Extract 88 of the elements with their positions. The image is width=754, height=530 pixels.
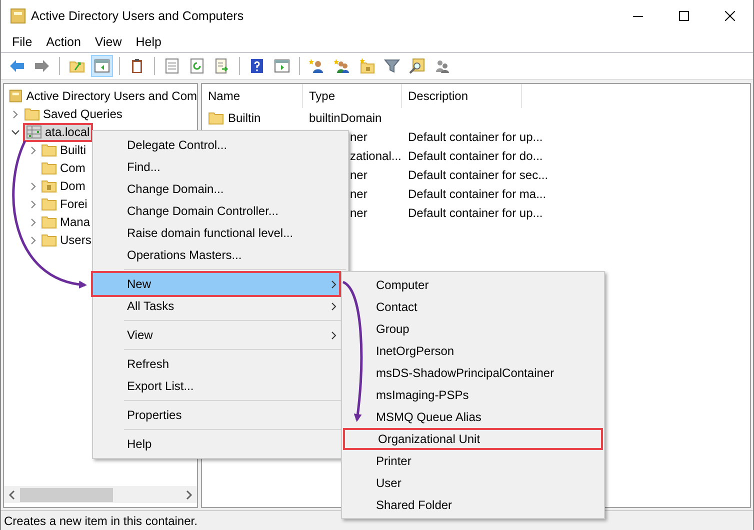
table-cell: Default container for up... [408,206,543,220]
table-cell: zational... [350,148,402,162]
menu-item[interactable]: Change Domain... [93,178,339,200]
table-cell: Default container for do... [408,148,543,162]
chevron-right-icon[interactable] [11,110,20,118]
menu-item[interactable]: Raise domain functional level... [93,222,339,244]
menu-item[interactable]: Export List... [93,375,339,397]
folder-icon [41,161,57,175]
users-icon [434,58,450,74]
back-arrow-icon [9,58,25,74]
menu-item[interactable]: Printer [343,450,603,472]
tree-node[interactable]: Saved Queries [23,104,124,124]
table-cell: ner [350,130,368,144]
folder-icon [41,233,57,247]
horizontal-scrollbar[interactable] [4,486,197,503]
column-header[interactable]: Name [202,84,303,108]
column-header[interactable]: Description [402,84,522,108]
menu-item[interactable]: msImaging-PSPs [343,384,603,406]
tree-node-label[interactable]: Dom [60,177,86,195]
tree-root-label[interactable]: Active Directory Users and Com [26,87,197,105]
folder-icon [41,197,57,211]
menu-bar-item[interactable]: Help [128,32,168,52]
folder-book-icon [41,179,57,193]
folder-icon [41,215,57,229]
table-cell: ner [350,168,368,182]
find-icon [409,58,425,74]
tree-node-label[interactable]: Builti [60,141,86,159]
column-header[interactable]: Type [303,84,402,108]
menu-item[interactable]: User [343,472,603,494]
window-title: Active Directory Users and Computers [31,8,244,25]
clipboard-icon [129,58,145,74]
document-icon [164,58,180,74]
help-icon [249,58,265,74]
tree-node-label[interactable]: Forei [60,195,88,213]
menu-item[interactable]: Contact [343,296,603,318]
close-icon [725,11,735,21]
menu-bar-item[interactable]: View [88,32,129,52]
status-text: Creates a new item in this container. [4,512,198,530]
menu-item[interactable]: InetOrgPerson [343,340,603,362]
menu-item[interactable]: MSMQ Queue Alias [343,406,603,428]
table-cell-text: Builtin [228,110,261,126]
tree-node-label[interactable]: Com [60,159,86,177]
scrollbar-thumb[interactable] [20,488,113,502]
console-tree-icon [94,58,110,74]
menu-item[interactable]: New [93,273,339,295]
table-cell: builtinDomain [309,110,382,124]
menu-item[interactable]: View [93,324,339,346]
refresh-icon [189,58,205,74]
new-user-icon [309,58,325,74]
table-cell: Default container for ma... [408,186,546,200]
menu-item[interactable]: msDS-ShadowPrincipalContainer [343,362,603,384]
chevron-right-icon[interactable] [29,146,38,154]
new-group-icon [334,58,350,74]
toolbar-button[interactable] [91,55,113,77]
highlight-frame[interactable]: ata.local [23,122,93,142]
app-icon [10,8,26,24]
menu-item[interactable]: Shared Folder [343,494,603,516]
tree-node-label[interactable]: Users [60,231,92,249]
menu-item[interactable]: Properties [93,404,339,426]
action-pane-icon [274,58,290,74]
maximize-icon [679,11,689,21]
table-cell: Default container for sec... [408,168,548,182]
domain-icon [26,124,42,140]
menu-item[interactable]: Group [343,318,603,340]
tree-node-label[interactable]: Mana [60,213,90,231]
chevron-down-icon[interactable] [11,128,20,136]
menu-item[interactable]: Help [93,433,339,455]
forward-arrow-icon [34,58,50,74]
menu-item[interactable]: Operations Masters... [93,244,339,266]
menu-item[interactable]: Refresh [93,353,339,375]
menu-item[interactable]: Organizational Unit [343,428,603,450]
filter-icon [384,58,400,74]
menu-item[interactable]: All Tasks [93,295,339,317]
tree-node-label: Saved Queries [43,106,122,123]
export-list-icon [214,58,230,74]
menu-item[interactable]: Find... [93,156,339,178]
menu-item[interactable]: Computer [343,274,603,296]
table-cell: ner [350,206,368,220]
tree-node-label: ata.local [45,124,90,141]
menu-bar-item[interactable]: File [5,32,40,52]
table-cell: Default container for up... [408,130,543,144]
table-cell: ner [350,186,368,200]
menu-bar-item[interactable]: Action [39,32,88,52]
new-folder-icon [359,58,375,74]
menu-item[interactable]: Delegate Control... [93,134,339,156]
console-root-icon [9,88,22,104]
folder-icon [208,110,224,124]
menu-item[interactable]: Change Domain Controller... [93,200,339,222]
